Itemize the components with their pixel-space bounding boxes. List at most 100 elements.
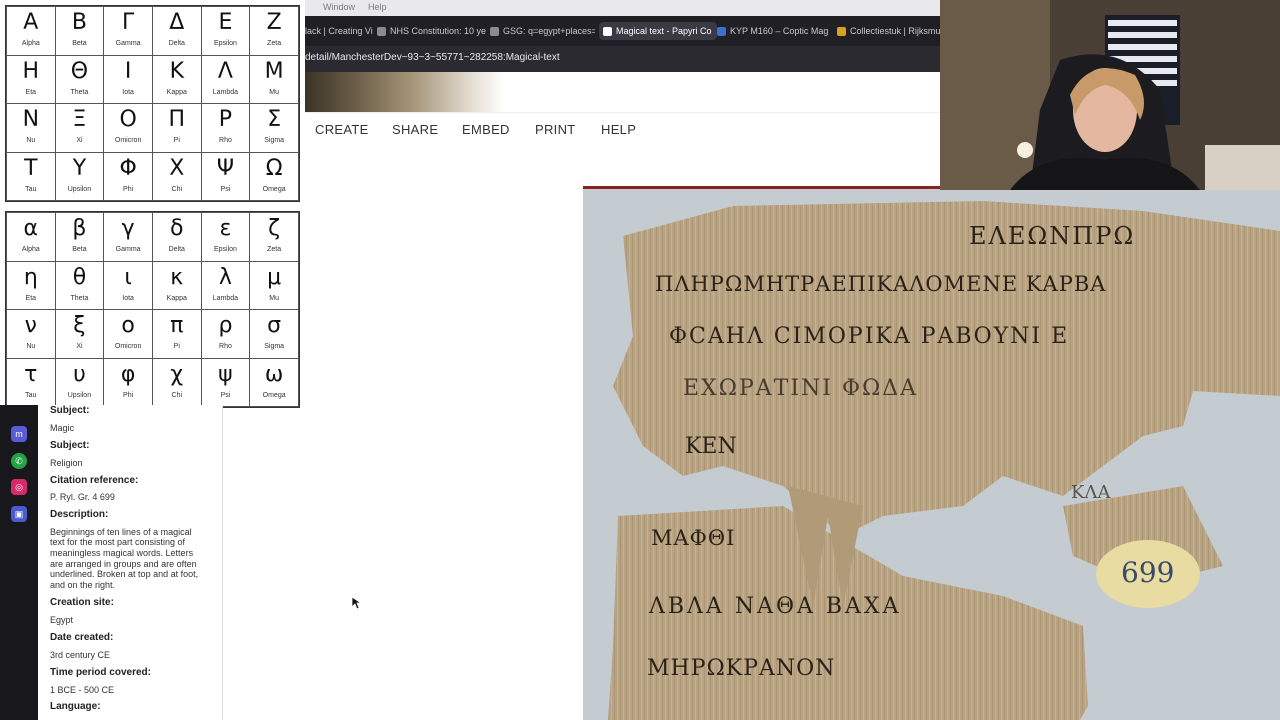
greek-letter: Δ	[169, 10, 185, 35]
subject-label: Subject:	[50, 405, 90, 416]
greek-letter: Μ	[264, 58, 284, 84]
tab-label: NHS Constitution: 10 ye	[390, 26, 487, 36]
greek-cell: ρ Rho	[200, 309, 251, 359]
creation-site-value[interactable]: Egypt	[50, 615, 218, 626]
greek-cell: Φ Phi	[103, 151, 153, 201]
greek-letter-name: Nu	[26, 137, 36, 144]
greek-letter-name: Rho	[219, 343, 232, 350]
greek-letter-name: Rho	[219, 137, 232, 144]
menu-help[interactable]: Help	[368, 2, 387, 12]
greek-cell: Ζ Zeta	[249, 6, 299, 56]
app-icon[interactable]: ▣	[11, 506, 27, 522]
greek-letter: Λ	[217, 58, 233, 84]
greek-cell: φ Phi	[103, 357, 153, 407]
url-text[interactable]: detail/ManchesterDev~93~3~55771~282258:M…	[305, 52, 560, 63]
greek-letter-name: Sigma	[264, 137, 285, 144]
greek-letter-name: Alpha	[21, 40, 40, 47]
citation-label: Citation reference:	[50, 475, 139, 486]
system-menubar: Window Help	[305, 0, 940, 16]
papyrus-line: ΚΕΝ	[685, 434, 737, 459]
subject-value[interactable]: Magic	[50, 423, 218, 434]
instagram-icon[interactable]: ◎	[11, 479, 27, 495]
greek-letter: Υ	[72, 155, 87, 181]
greek-letter-name: Omega	[262, 391, 286, 399]
dock-sidebar: m ✆ ◎ ▣	[0, 405, 38, 720]
greek-letter: Ξ	[72, 107, 87, 132]
greek-cell: ψ Psi	[200, 357, 251, 407]
description-line: underlined. Broken at top and at foot,	[50, 569, 199, 579]
greek-letter: Η	[22, 58, 40, 84]
time-period-value: 1 BCE - 500 CE	[50, 685, 115, 695]
print-button[interactable]: PRINT	[535, 122, 576, 137]
greek-letter-name: Tau	[25, 391, 37, 399]
tab-0[interactable]: lack | Creating Vi	[305, 22, 373, 40]
greek-letter-name: Phi	[123, 391, 134, 399]
greek-letter: Ε	[218, 10, 233, 35]
greek-letter: ν	[24, 313, 37, 338]
greek-letter-name: Lambda	[212, 88, 239, 96]
greek-letter: Ψ	[216, 155, 235, 181]
share-button[interactable]: SHARE	[392, 122, 438, 137]
description-line: text for the most part consisting of	[50, 537, 186, 547]
image-viewer[interactable]: ΕΛΕΩΝΠΡΩ ΠΛΗΡΩΜΗΤΡΑΕΠΙΚΑΛΟΜΕΝΕ ΚΑΡΒΑ ΦCΑ…	[583, 186, 1280, 720]
greek-lowercase-chart: α Alpha β Beta γ Gamma δ Delta ε Epsilon ζ Zet…	[5, 211, 300, 408]
citation-value: P. Ryl. Gr. 4 699	[50, 492, 115, 502]
messenger-icon[interactable]: m	[11, 426, 27, 442]
menu-window[interactable]: Window	[323, 2, 355, 12]
greek-letter-name: Mu	[269, 88, 279, 96]
greek-letter-name: Kappa	[166, 294, 187, 302]
greek-cell: λ Lambda	[200, 260, 251, 310]
greek-letter-name: Gamma	[115, 40, 141, 47]
create-button[interactable]: CREATE	[315, 122, 369, 137]
greek-letter: Ο	[119, 107, 137, 132]
tab-2[interactable]: GSG: q=egypt+places=	[490, 22, 595, 40]
tab-5[interactable]: Collectiestuk | Rijksmus	[837, 22, 940, 40]
greek-uppercase-chart: Α Alpha Β Beta Γ Gamma Δ Delta Ε Epsilon Ζ Zet…	[5, 5, 300, 202]
tab-4[interactable]: KYP M160 – Coptic Mag	[717, 22, 832, 40]
address-bar[interactable]: detail/ManchesterDev~93~3~55771~282258:M…	[305, 46, 940, 72]
greek-letter-name: Omicron	[114, 137, 142, 144]
greek-letter: Ν	[22, 107, 40, 132]
greek-cell: Ξ Xi	[54, 103, 105, 153]
papyrus-line: ΦCΑΗΛ CΙΜΟΡΙΚΑ ΡΑΒΟΥΝΙ Ε	[669, 324, 1070, 349]
greek-letter: η	[23, 264, 38, 290]
greek-letter-name: Upsilon	[67, 391, 92, 399]
subject-value[interactable]: Religion	[50, 458, 218, 469]
help-button[interactable]: HELP	[601, 122, 636, 137]
tab-3-active[interactable]: Magical text - Papyri Co	[599, 22, 717, 40]
greek-letter-name: Eta	[25, 294, 37, 302]
greek-letter-name: Epsilon	[213, 246, 237, 253]
greek-letter: ε	[219, 216, 232, 241]
greek-letter: α	[23, 216, 39, 241]
greek-cell: Χ Chi	[151, 151, 202, 201]
tab-1[interactable]: NHS Constitution: 10 ye	[377, 22, 487, 40]
greek-letter: χ	[170, 361, 184, 387]
greek-letter: ι	[124, 264, 132, 290]
greek-cell: Ο Omicron	[103, 103, 153, 153]
greek-cell: Ψ Psi	[200, 151, 251, 201]
greek-cell: Ε Epsilon	[200, 6, 251, 56]
description-line: meaningless magical words. Letters	[50, 548, 194, 558]
greek-letter: ρ	[218, 313, 233, 338]
greek-letter-name: Chi	[171, 391, 183, 399]
greek-letter: Ω	[265, 155, 283, 181]
greek-letter: υ	[73, 361, 86, 387]
greek-letter-name: Mu	[269, 294, 279, 302]
embed-button[interactable]: EMBED	[462, 122, 510, 137]
favicon-icon	[490, 26, 499, 36]
whatsapp-icon[interactable]: ✆	[11, 453, 27, 469]
description-line: and on the right.	[50, 580, 116, 590]
greek-letter-name: Kappa	[166, 88, 187, 96]
greek-cell: Θ Theta	[54, 54, 105, 104]
greek-cell: Λ Lambda	[200, 54, 251, 104]
greek-letter-name: Epsilon	[213, 40, 237, 47]
greek-cell: Γ Gamma	[103, 6, 153, 56]
mouse-cursor-icon	[351, 596, 361, 610]
greek-letter: ο	[121, 313, 135, 338]
greek-letter-name: Omicron	[114, 343, 142, 350]
greek-cell: σ Sigma	[249, 309, 299, 359]
favicon-icon	[837, 26, 846, 36]
greek-letter: Θ	[70, 58, 89, 84]
greek-cell: Ν Nu	[6, 103, 56, 153]
greek-letter-name: Xi	[76, 137, 83, 144]
